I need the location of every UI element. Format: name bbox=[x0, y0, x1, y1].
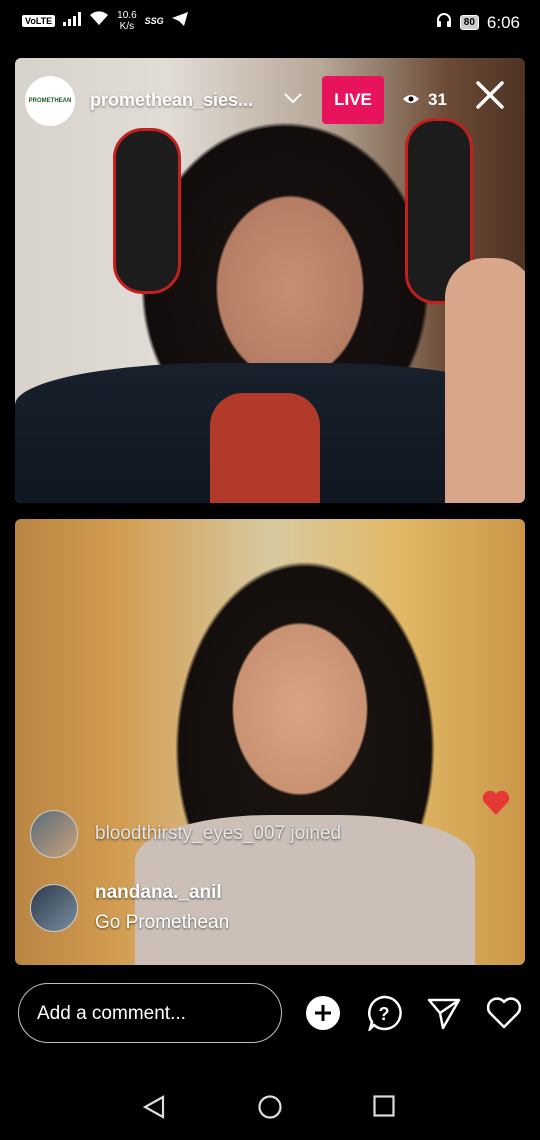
host-video-headphone-left bbox=[113, 128, 181, 294]
comment-body: nandana._anil Go Promethean bbox=[95, 882, 229, 934]
ssg-label: SSG bbox=[144, 16, 164, 26]
eye-icon bbox=[402, 90, 420, 110]
comment-input[interactable]: Add a comment... bbox=[18, 983, 282, 1043]
viewer-count-value: 31 bbox=[428, 90, 447, 109]
floating-heart-icon bbox=[482, 790, 510, 823]
host-video-hand bbox=[445, 258, 525, 503]
clock: 6:06 bbox=[486, 12, 520, 32]
comment-username[interactable]: nandana._anil bbox=[95, 882, 229, 904]
host-username[interactable]: promethean_sies... bbox=[90, 90, 253, 111]
join-event-text: bloodthirsty_eyes_007 joined bbox=[95, 823, 342, 844]
net-speed-unit: K/s bbox=[119, 21, 135, 32]
comment-item: nandana._anil Go Promethean bbox=[30, 882, 229, 934]
live-badge: LIVE bbox=[322, 76, 384, 124]
net-speed-value: 10.6 bbox=[117, 10, 137, 21]
wifi-icon bbox=[89, 11, 109, 31]
volte-badge: VoLTE bbox=[22, 15, 56, 27]
join-event: bloodthirsty_eyes_007 joined bbox=[30, 810, 341, 858]
heart-icon[interactable] bbox=[486, 995, 522, 1031]
net-speed: 10.6 K/s bbox=[117, 10, 136, 32]
signal-icon bbox=[63, 11, 82, 31]
home-icon[interactable] bbox=[258, 1095, 282, 1124]
question-icon[interactable]: ? bbox=[366, 995, 402, 1031]
comment-input-placeholder: Add a comment... bbox=[37, 1003, 186, 1024]
send-icon[interactable] bbox=[426, 995, 462, 1031]
back-icon[interactable] bbox=[142, 1095, 165, 1124]
svg-text:?: ? bbox=[379, 1004, 390, 1024]
battery-indicator: 80 bbox=[459, 15, 479, 30]
telegram-icon bbox=[171, 11, 188, 31]
status-left: VoLTE 10.6 K/s SSG bbox=[22, 10, 188, 32]
add-icon[interactable] bbox=[305, 995, 341, 1031]
host-video-shirt bbox=[210, 393, 320, 503]
avatar[interactable] bbox=[30, 884, 78, 932]
host-avatar-logo-text: PROMETHEAN bbox=[28, 98, 72, 104]
host-avatar[interactable]: PROMETHEAN bbox=[25, 76, 75, 126]
status-bar: VoLTE 10.6 K/s SSG 80 6:06 bbox=[0, 0, 540, 44]
viewer-count[interactable]: 31 bbox=[402, 90, 447, 110]
avatar[interactable] bbox=[30, 810, 78, 858]
chevron-down-icon[interactable] bbox=[283, 88, 303, 109]
live-header: PROMETHEAN promethean_sies... LIVE 31 bbox=[15, 58, 525, 148]
status-right: 80 6:06 bbox=[436, 12, 520, 33]
headset-icon bbox=[436, 12, 452, 33]
recents-icon[interactable] bbox=[373, 1095, 395, 1122]
system-nav-bar bbox=[0, 1075, 540, 1140]
instagram-live-screen: VoLTE 10.6 K/s SSG 80 6:06 PROMETHEAN pr… bbox=[0, 0, 540, 1140]
comment-text: Go Promethean bbox=[95, 912, 230, 933]
close-icon[interactable] bbox=[475, 78, 505, 118]
